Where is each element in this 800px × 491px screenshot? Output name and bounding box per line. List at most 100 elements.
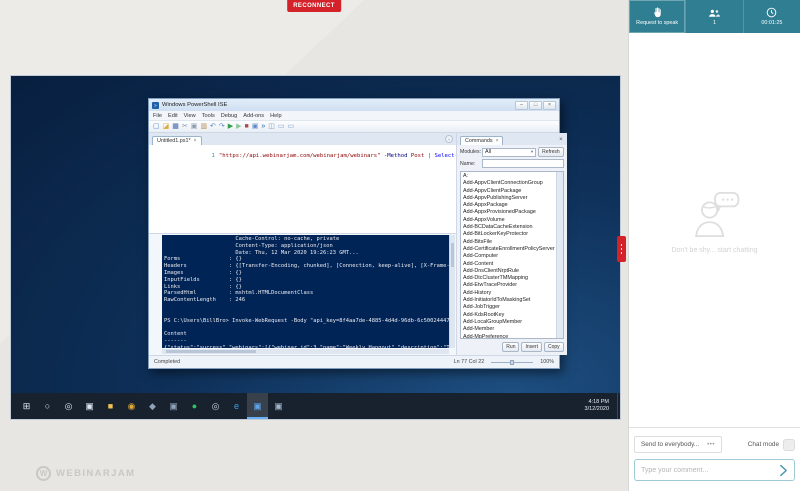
menu-item[interactable]: Edit: [168, 113, 178, 119]
modules-dropdown[interactable]: All ▾: [482, 148, 536, 157]
close-button[interactable]: ×: [543, 101, 556, 110]
command-list-item[interactable]: Add-Computer: [463, 253, 555, 260]
command-list-item[interactable]: Add-BCDataCacheExtension: [463, 224, 555, 231]
command-list-item[interactable]: Add-AppvClientPackage: [463, 188, 555, 195]
command-list-item[interactable]: Add-DnsClientNrptRule: [463, 268, 555, 275]
commands-tab[interactable]: Commands ×: [460, 136, 503, 145]
toolbar-icon[interactable]: ▶: [228, 123, 233, 130]
menu-item[interactable]: Debug: [221, 113, 237, 119]
minimize-button[interactable]: –: [515, 101, 528, 110]
command-list-item[interactable]: Add-EtwTraceProvider: [463, 282, 555, 289]
chat-drawer-handle[interactable]: [617, 236, 626, 262]
toolbar-icon[interactable]: ▥: [200, 123, 207, 130]
toolbar-icon[interactable]: ▶: [236, 123, 241, 130]
script-tab[interactable]: Untitled1.ps1* ×: [152, 136, 202, 145]
command-list-item[interactable]: Add-AppvClientConnectionGroup: [463, 180, 555, 187]
taskbar-icon[interactable]: ▣: [163, 393, 184, 419]
toolbar-icon[interactable]: ▣: [252, 123, 259, 130]
toolbar-icon[interactable]: ✂: [182, 123, 188, 130]
commands-pane-close-icon[interactable]: ×: [559, 137, 564, 143]
command-list-item[interactable]: Add-InitiatorIdToMaskingSet: [463, 297, 555, 304]
command-list-item[interactable]: A:: [463, 173, 555, 180]
command-action-button[interactable]: Insert: [521, 342, 542, 352]
comment-input-wrap: [634, 459, 795, 481]
zoom-slider[interactable]: [491, 362, 533, 363]
toolbar-icon[interactable]: ▭: [288, 123, 295, 130]
expand-script-pane-icon[interactable]: ⌄: [445, 135, 453, 143]
command-list-item[interactable]: Add-AppxProvisionedPackage: [463, 209, 555, 216]
toolbar-icon[interactable]: ↷: [219, 123, 225, 130]
command-list-item[interactable]: Add-CertificateEnrollmentPolicyServer: [463, 246, 555, 253]
chat-mode-toggle[interactable]: [783, 439, 795, 451]
taskbar-icon[interactable]: ○: [37, 393, 58, 419]
taskbar-icon[interactable]: ⊞: [16, 393, 37, 419]
taskbar-icon[interactable]: ◆: [142, 393, 163, 419]
command-list-item[interactable]: Add-AppxPackage: [463, 202, 555, 209]
maximize-button[interactable]: □: [529, 101, 542, 110]
command-list-item[interactable]: Add-History: [463, 290, 555, 297]
command-list-item[interactable]: Add-MpPreference: [463, 334, 555, 339]
taskbar-icon[interactable]: ●: [184, 393, 205, 419]
menu-item[interactable]: Add-ons: [243, 113, 264, 119]
taskbar-icon[interactable]: ▣: [268, 393, 289, 419]
menu-item[interactable]: File: [153, 113, 162, 119]
command-list-item[interactable]: Add-BitsFile: [463, 239, 555, 246]
command-action-button[interactable]: Run: [502, 342, 519, 352]
toolbar-icon[interactable]: ▭: [278, 123, 285, 130]
console-line: Forms : {}: [164, 256, 449, 263]
toolbar-icon[interactable]: ◫: [268, 123, 275, 130]
request-to-speak-button[interactable]: Request to speak: [629, 0, 686, 33]
taskbar-icon[interactable]: ■: [100, 393, 121, 419]
commands-tab-close-icon[interactable]: ×: [496, 138, 499, 144]
comment-input[interactable]: [641, 467, 779, 474]
show-desktop-button[interactable]: [617, 393, 620, 419]
reconnect-button[interactable]: RECONNECT: [287, 0, 341, 12]
command-list-item[interactable]: Add-LocalGroupMember: [463, 319, 555, 326]
presentation-stage: RECONNECT > Windows PowerShell ISE – □ ×: [0, 0, 628, 491]
console-line: Links : {}: [164, 284, 449, 291]
command-list-item[interactable]: Add-DtcClusterTMMapping: [463, 275, 555, 282]
console-horizontal-scrollbar[interactable]: [162, 349, 449, 354]
toolbar-icon[interactable]: ◪: [163, 123, 170, 130]
command-action-button[interactable]: Copy: [544, 342, 564, 352]
command-list-item[interactable]: Add-Content: [463, 261, 555, 268]
command-list-item[interactable]: Add-KdsRootKey: [463, 312, 555, 319]
attendee-counter[interactable]: 1: [686, 0, 743, 33]
taskbar-icon[interactable]: ◎: [58, 393, 79, 419]
console-line: InputFields : {}: [164, 277, 449, 284]
command-list-item[interactable]: Add-Member: [463, 326, 555, 333]
taskbar-clock[interactable]: 4:18 PM 3/12/2020: [585, 399, 617, 413]
toolbar-icon[interactable]: ↶: [210, 123, 216, 130]
attendee-count: 1: [713, 20, 716, 26]
taskbar-icon[interactable]: ▣: [247, 393, 268, 419]
script-editor[interactable]: 1"https://api.webinarjam.com/webinarjam/…: [149, 145, 456, 233]
toolbar-icon[interactable]: ▢: [153, 123, 160, 130]
command-list-item[interactable]: Add-BitLockerKeyProtector: [463, 231, 555, 238]
taskbar-icon[interactable]: ◎: [205, 393, 226, 419]
toolbar-icon[interactable]: »: [261, 123, 265, 130]
command-list-item[interactable]: Add-JobTrigger: [463, 304, 555, 311]
toolbar-icon[interactable]: ▦: [172, 123, 179, 130]
taskbar-icon[interactable]: e: [226, 393, 247, 419]
command-name-input[interactable]: [482, 159, 564, 168]
menu-item[interactable]: Help: [270, 113, 282, 119]
menu-item[interactable]: View: [184, 113, 196, 119]
taskbar-icon[interactable]: ▣: [79, 393, 100, 419]
powershell-console[interactable]: Cache-Control: no-cache, private Content…: [162, 235, 449, 348]
tab-close-icon[interactable]: ×: [194, 138, 197, 144]
console-vertical-scrollbar[interactable]: [449, 235, 455, 348]
command-list-item[interactable]: Add-AppvPublishingServer: [463, 195, 555, 202]
taskbar-icon[interactable]: ◉: [121, 393, 142, 419]
zoom-level: 100%: [540, 359, 554, 365]
toolbar-icon[interactable]: ▣: [191, 123, 198, 130]
send-to-selector[interactable]: Send to everybody... •••: [634, 436, 722, 453]
command-list-item[interactable]: Add-AppxVolume: [463, 217, 555, 224]
ise-title-bar[interactable]: > Windows PowerShell ISE – □ ×: [149, 99, 559, 111]
send-comment-button[interactable]: [779, 464, 788, 477]
toolbar-icon[interactable]: ■: [245, 123, 249, 130]
refresh-button[interactable]: Refresh: [538, 147, 564, 157]
console-line: Images : {}: [164, 270, 449, 277]
zoom-slider-thumb[interactable]: [510, 360, 514, 365]
chat-mode-label: Chat mode: [748, 441, 779, 448]
menu-item[interactable]: Tools: [202, 113, 215, 119]
